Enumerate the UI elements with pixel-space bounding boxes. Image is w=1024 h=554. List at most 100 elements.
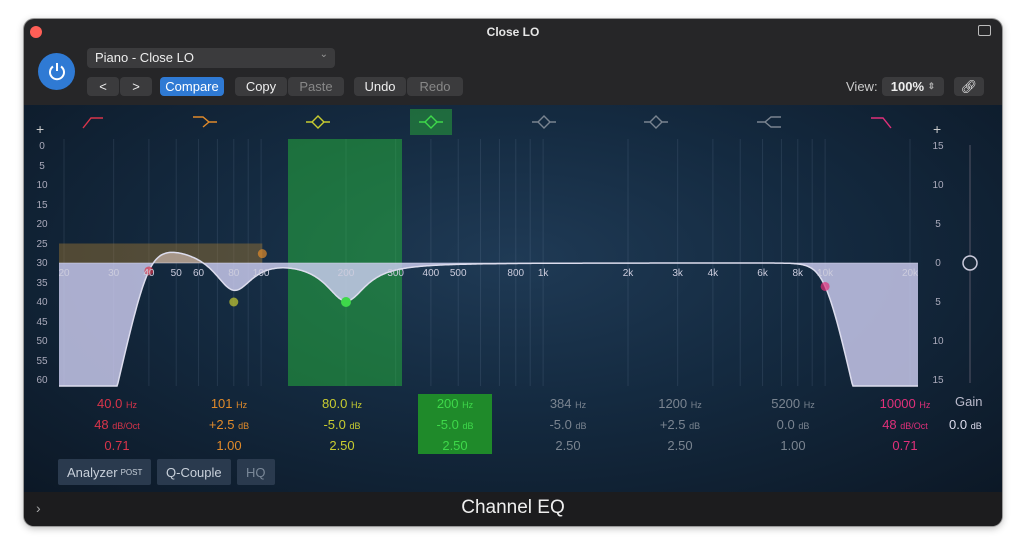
band-4-params[interactable]: 200 Hz -5.0 dB 2.50 xyxy=(418,394,492,454)
link-button[interactable]: 🔗︎ xyxy=(954,77,984,96)
band-6-params[interactable]: 1200 Hz +2.5 dB 2.50 xyxy=(630,394,730,456)
band-q[interactable]: 2.50 xyxy=(418,436,492,456)
low-shelf-icon[interactable] xyxy=(193,116,217,128)
band-freq[interactable]: 80.0 Hz xyxy=(292,394,392,415)
band-gain[interactable]: +2.5 dB xyxy=(179,415,279,436)
band-2-params[interactable]: 101 Hz +2.5 dB 1.00 xyxy=(179,394,279,456)
freq-axis-label: 10k xyxy=(817,268,834,279)
redo-button[interactable]: Redo xyxy=(407,77,463,96)
add-band-right-button[interactable]: + xyxy=(933,121,941,137)
freq-axis-label: 100 xyxy=(252,268,270,279)
right-scale-label: 5 xyxy=(935,297,941,308)
band-q[interactable]: 2.50 xyxy=(518,436,618,456)
compare-button[interactable]: Compare xyxy=(160,77,224,96)
bell-icon[interactable] xyxy=(532,115,556,129)
high-cut-icon[interactable] xyxy=(871,117,892,129)
plugin-name: Channel EQ xyxy=(461,497,565,518)
view-label: View: xyxy=(846,79,878,94)
band-4-selected-bg xyxy=(410,109,452,135)
band-gain[interactable]: -5.0 dB xyxy=(292,415,392,436)
band-q[interactable]: 2.50 xyxy=(292,436,392,456)
band-freq[interactable]: 40.0 Hz xyxy=(67,394,167,415)
band-gain[interactable]: -5.0 dB xyxy=(518,415,618,436)
freq-axis-label: 300 xyxy=(387,268,404,279)
left-scale-label: 25 xyxy=(36,238,48,250)
expand-chevron-icon[interactable]: › xyxy=(36,492,41,524)
left-scale-label: 35 xyxy=(36,277,48,289)
band-gain[interactable]: +2.5 dB xyxy=(630,415,730,436)
left-scale-label: 50 xyxy=(36,336,48,347)
freq-axis-label: 2k xyxy=(622,268,634,279)
prev-preset-button[interactable]: < xyxy=(87,77,119,96)
band-5-params[interactable]: 384 Hz -5.0 dB 2.50 xyxy=(518,394,618,456)
band-3-node[interactable] xyxy=(229,297,239,307)
view-zoom-value: 100% xyxy=(890,79,925,94)
left-scale-label: 20 xyxy=(36,219,48,230)
band-freq[interactable]: 200 Hz xyxy=(418,394,492,415)
bell-icon[interactable] xyxy=(644,115,668,129)
add-band-left-button[interactable]: + xyxy=(36,121,44,137)
paste-button[interactable]: Paste xyxy=(288,77,344,96)
left-scale-label: 15 xyxy=(36,199,48,211)
copy-button[interactable]: Copy xyxy=(235,77,287,96)
analyzer-button[interactable]: Analyzer POST xyxy=(58,459,152,485)
right-scale-label: 10 xyxy=(932,180,944,191)
freq-axis-label: 400 xyxy=(422,268,440,279)
left-scale-label: 45 xyxy=(36,316,48,328)
left-scale-label: 40 xyxy=(36,297,48,308)
preset-dropdown[interactable]: Piano - Close LO ⌄ xyxy=(87,48,335,68)
freq-axis-label: 3k xyxy=(672,268,683,279)
band-freq[interactable]: 101 Hz xyxy=(179,394,279,415)
low-cut-icon[interactable] xyxy=(82,117,103,129)
freq-axis-label: 20k xyxy=(901,268,919,279)
window-icon[interactable] xyxy=(978,25,991,36)
freq-axis-label: 60 xyxy=(192,268,205,279)
undo-button[interactable]: Undo xyxy=(354,77,406,96)
gain-label: Gain xyxy=(955,394,983,409)
power-button[interactable] xyxy=(38,53,75,90)
hq-button[interactable]: HQ xyxy=(237,459,275,485)
shelf-band-fill xyxy=(59,243,263,263)
gain-value[interactable]: 0.0 dB xyxy=(949,417,982,432)
preset-name: Piano - Close LO xyxy=(95,50,194,65)
band-gain[interactable]: 48 dB/Oct xyxy=(855,415,955,436)
footer-bar: › Channel EQ xyxy=(24,492,1002,526)
chevron-down-icon: ⌄ xyxy=(319,49,328,60)
band-freq[interactable]: 10000 Hz xyxy=(855,394,955,415)
freq-axis-label: 200 xyxy=(337,268,355,279)
freq-axis-label: 8k xyxy=(792,268,804,279)
band-gain[interactable]: 48 dB/Oct xyxy=(67,415,167,436)
band-freq[interactable]: 1200 Hz xyxy=(630,394,730,415)
band-1-params[interactable]: 40.0 Hz 48 dB/Oct 0.71 xyxy=(67,394,167,456)
power-icon xyxy=(48,62,65,80)
q-couple-button[interactable]: Q-Couple xyxy=(157,459,231,485)
band-q[interactable]: 0.71 xyxy=(67,436,167,456)
band-8-node[interactable] xyxy=(820,281,830,291)
gain-slider-knob[interactable] xyxy=(962,255,978,271)
band-gain[interactable]: 0.0 dB xyxy=(743,415,843,436)
band-q[interactable]: 0.71 xyxy=(855,436,955,456)
band-freq[interactable]: 5200 Hz xyxy=(743,394,843,415)
left-scale-label: 30 xyxy=(36,258,48,269)
band-q[interactable]: 2.50 xyxy=(630,436,730,456)
band-3-params[interactable]: 80.0 Hz -5.0 dB 2.50 xyxy=(292,394,392,456)
eq-curve[interactable] xyxy=(59,251,918,387)
freq-axis-label: 50 xyxy=(170,268,182,279)
left-scale-label: 5 xyxy=(39,160,45,172)
high-shelf-icon[interactable] xyxy=(757,116,781,128)
band-q[interactable]: 1.00 xyxy=(179,436,279,456)
right-scale-label: 15 xyxy=(932,375,944,386)
left-scale-label: 55 xyxy=(36,355,48,367)
band-q[interactable]: 1.00 xyxy=(743,436,843,456)
band-2-node[interactable] xyxy=(257,249,267,259)
freq-axis-label: 6k xyxy=(757,268,768,279)
band-gain[interactable]: -5.0 dB xyxy=(418,415,492,436)
band-4-node[interactable] xyxy=(341,297,351,307)
view-zoom-dropdown[interactable]: 100% ⇕ xyxy=(882,77,944,96)
band-freq[interactable]: 384 Hz xyxy=(518,394,618,415)
band-7-params[interactable]: 5200 Hz 0.0 dB 1.00 xyxy=(743,394,843,456)
next-preset-button[interactable]: > xyxy=(120,77,152,96)
band-8-params[interactable]: 10000 Hz 48 dB/Oct 0.71 xyxy=(855,394,955,456)
freq-axis-label: 800 xyxy=(507,268,525,279)
bell-icon[interactable] xyxy=(306,115,330,129)
